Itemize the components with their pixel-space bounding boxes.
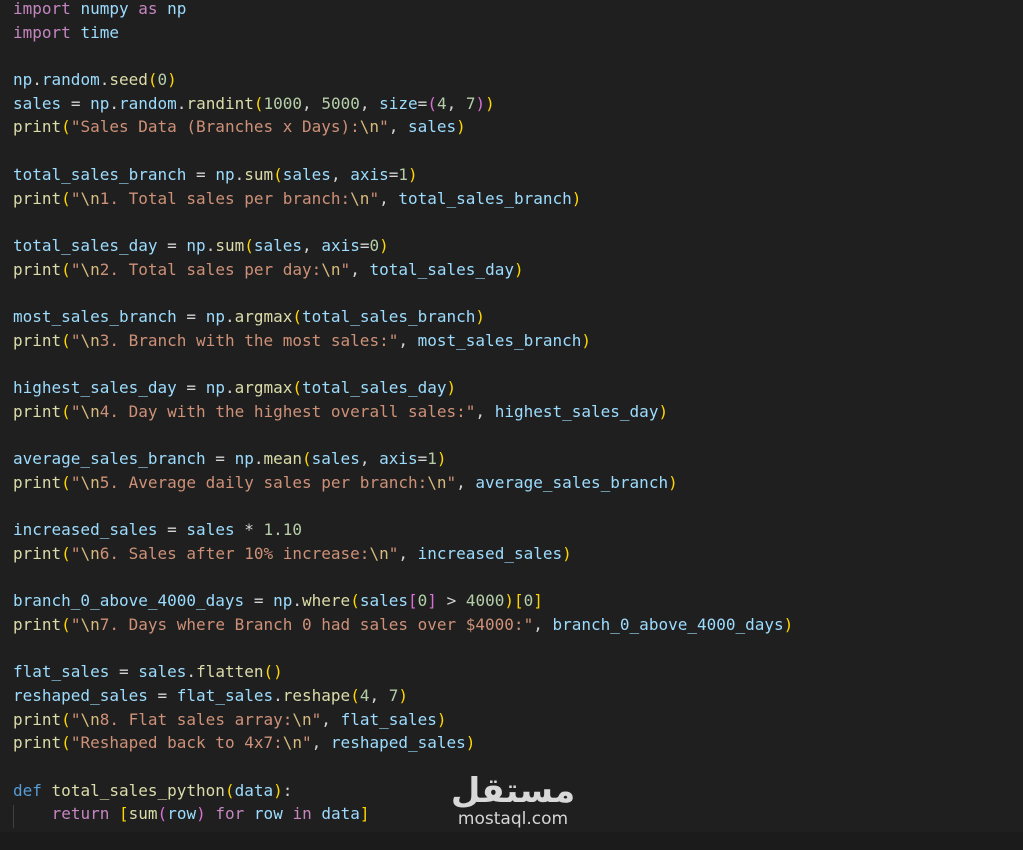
code-line[interactable]: print("\n8. Flat sales array:\n", flat_s… (13, 708, 793, 732)
code-line[interactable]: def total_sales_python(data): (13, 779, 793, 803)
code-line[interactable] (13, 139, 793, 163)
code-line[interactable]: average_sales_branch = np.mean(sales, ax… (13, 447, 793, 471)
code-line[interactable] (13, 44, 793, 68)
code-line[interactable]: sales = np.random.randint(1000, 5000, si… (13, 92, 793, 116)
code-line[interactable] (13, 566, 793, 590)
code-line[interactable]: print("Sales Data (Branches x Days):\n",… (13, 115, 793, 139)
code-line[interactable]: np.random.seed(0) (13, 68, 793, 92)
editor-bottom-edge (0, 832, 1023, 850)
code-line[interactable] (13, 637, 793, 661)
indent-guide (13, 805, 14, 828)
code-line[interactable]: print("\n7. Days where Branch 0 had sale… (13, 613, 793, 637)
code-line[interactable]: print("\n4. Day with the highest overall… (13, 400, 793, 424)
code-line[interactable] (13, 423, 793, 447)
code-line[interactable]: return [sum(row) for row in data] (13, 802, 793, 826)
code-line[interactable]: print("Reshaped back to 4x7:\n", reshape… (13, 731, 793, 755)
code-line[interactable]: print("\n5. Average daily sales per bran… (13, 471, 793, 495)
code-line[interactable]: print("\n6. Sales after 10% increase:\n"… (13, 542, 793, 566)
watermark-domain: mostaql.com (457, 809, 569, 829)
code-line[interactable]: import time (13, 21, 793, 45)
code-line[interactable]: total_sales_branch = np.sum(sales, axis=… (13, 163, 793, 187)
code-line[interactable]: print("\n1. Total sales per branch:\n", … (13, 187, 793, 211)
code-line[interactable]: print("\n3. Branch with the most sales:"… (13, 329, 793, 353)
mostaql-watermark: مستقل mostaql.com (443, 772, 583, 834)
watermark-logo: مستقل (450, 771, 576, 811)
code-line[interactable] (13, 755, 793, 779)
code-line[interactable] (13, 210, 793, 234)
code-line[interactable]: flat_sales = sales.flatten() (13, 660, 793, 684)
code-line[interactable]: increased_sales = sales * 1.10 (13, 518, 793, 542)
code-line[interactable]: print("\n2. Total sales per day:\n", tot… (13, 258, 793, 282)
code-line[interactable]: import numpy as np (13, 0, 793, 21)
code-line[interactable]: branch_0_above_4000_days = np.where(sale… (13, 589, 793, 613)
code-line[interactable]: total_sales_day = np.sum(sales, axis=0) (13, 234, 793, 258)
code-line[interactable] (13, 352, 793, 376)
code-editor[interactable]: import numpy as np import time np.random.… (0, 0, 1023, 850)
code-line[interactable] (13, 281, 793, 305)
code-line[interactable]: reshaped_sales = flat_sales.reshape(4, 7… (13, 684, 793, 708)
code-line[interactable]: highest_sales_day = np.argmax(total_sale… (13, 376, 793, 400)
code-line[interactable]: most_sales_branch = np.argmax(total_sale… (13, 305, 793, 329)
code-line[interactable] (13, 494, 793, 518)
python-source-code[interactable]: import numpy as np import time np.random.… (13, 0, 793, 826)
